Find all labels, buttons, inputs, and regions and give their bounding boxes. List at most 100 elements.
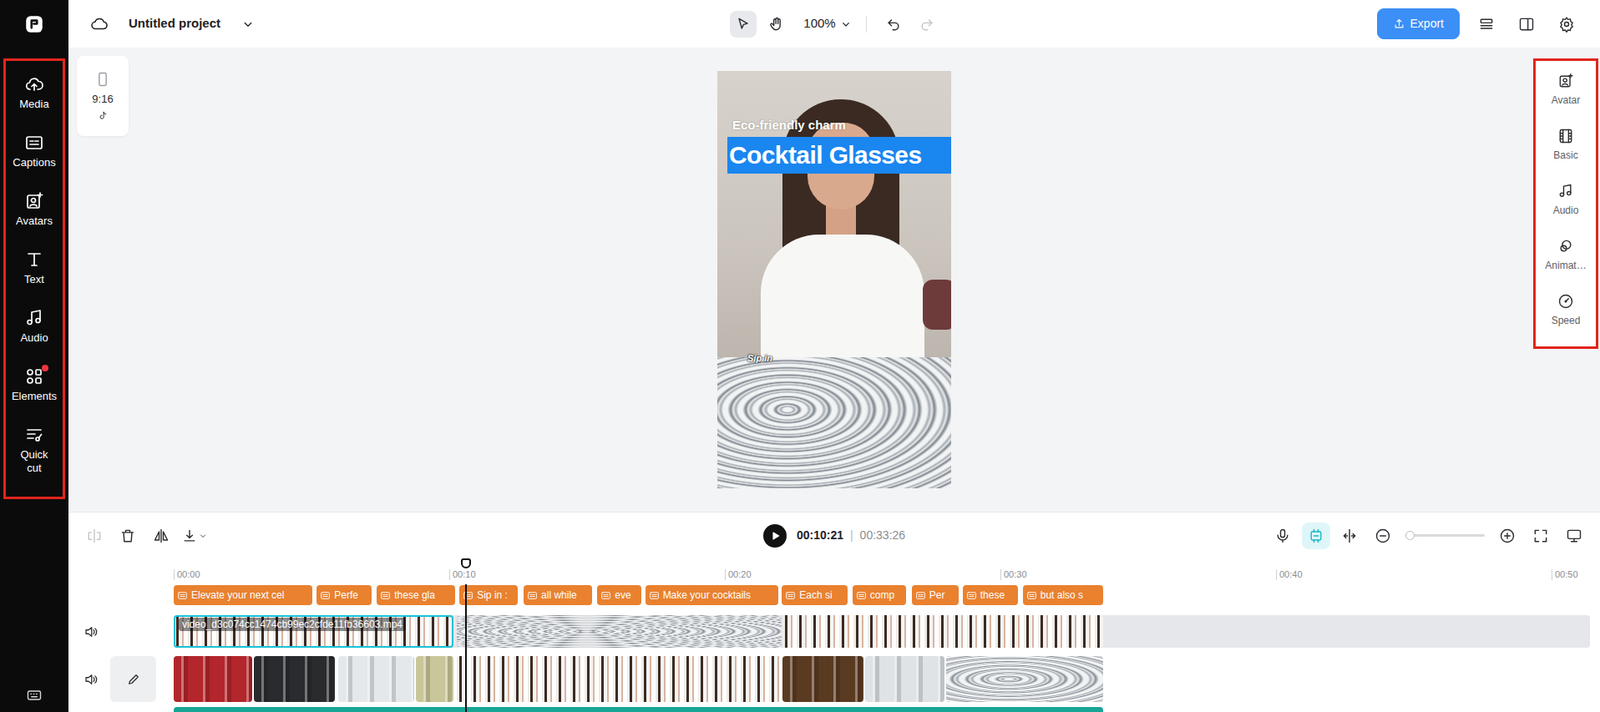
zoom-thumb[interactable] [1405,531,1415,541]
sidebar-icon-wrap [24,132,45,153]
property-tab[interactable]: Speed [1535,284,1596,340]
caption-clip[interactable]: Sip in : [459,585,518,606]
playhead-line [465,584,467,712]
zoom-slider[interactable] [1405,534,1485,537]
record-button[interactable] [1268,522,1297,550]
upload-icon [1392,17,1406,31]
preview-button[interactable] [1559,522,1589,550]
delete-button[interactable] [113,522,142,550]
edit-track-button[interactable] [110,656,157,703]
zoom-in-button[interactable] [1493,522,1522,550]
ruler[interactable]: 00:0000:1000:2000:3000:4000:50 [173,558,1600,585]
property-label: Audio [1553,202,1580,218]
flip-button[interactable] [146,522,176,550]
undo-button[interactable] [880,10,907,38]
overlay-text[interactable]: Eco-friendly charm [732,117,846,132]
caption-text[interactable]: Sip in [747,353,773,364]
sidebar-item[interactable]: Quick cut [5,418,63,477]
play-button[interactable] [763,524,787,548]
zoom-select[interactable]: 100% [803,14,852,34]
video-clip[interactable] [782,615,1104,649]
caption-clip[interactable]: Per [911,585,959,606]
track-head [68,615,174,649]
caption-clip[interactable]: comp [852,585,907,606]
track-lane[interactable] [173,656,1600,703]
pointer-tool[interactable] [729,10,757,38]
export-button[interactable]: Export [1377,8,1460,40]
mute-toggle[interactable] [83,671,99,689]
caption-clip[interactable]: these gla [376,585,456,606]
caption-clip[interactable]: these [962,585,1018,606]
caption-clip[interactable]: eve [597,585,641,606]
settings-button[interactable] [1553,10,1580,38]
sidebar-item[interactable]: Media [5,67,63,127]
ruler-tick: 00:10 [449,569,476,581]
fit-button[interactable] [1526,522,1555,550]
property-tab[interactable]: Animat… [1535,229,1596,285]
snap-button[interactable] [1301,522,1331,550]
caption-lane[interactable]: Elevate your next cel Perfe these gla Sip i… [173,585,1600,606]
zoom-out-button[interactable] [1368,522,1398,550]
video-clip[interactable] [415,656,454,703]
caption-overlay[interactable]: Sip in [747,351,773,366]
caption-clip-text: comp [870,587,895,603]
download-button[interactable] [180,522,209,550]
zoom-value[interactable]: 100% [803,14,836,34]
video-clip[interactable] [946,656,1104,703]
video-clip[interactable] [782,656,864,703]
caption-clip[interactable]: Each si [781,585,847,606]
caption-clip[interactable]: but also s [1022,585,1104,606]
playhead-handle[interactable] [460,558,471,569]
project-title[interactable]: Untitled project [128,14,221,34]
video-frame [717,70,952,358]
sidebar-item[interactable]: Captions [5,126,63,185]
video-clip[interactable] [173,656,253,703]
mute-toggle[interactable] [83,623,99,641]
property-label: Animat… [1544,258,1586,274]
video-clip[interactable]: video_d3c074cc1474cb99ec2cfde11fb36603.m… [173,615,454,649]
app-logo[interactable] [0,0,69,48]
aspect-ratio-chip[interactable]: 9:16 [76,55,129,137]
caption-clip[interactable]: all while [523,585,593,606]
text-overlay[interactable]: Cocktail Glasses [727,136,952,174]
caption-clip-text: these gla [394,587,436,603]
timeline-left-tools [80,522,764,550]
playhead[interactable] [460,558,472,712]
link-button[interactable] [1335,522,1364,550]
panel-button[interactable] [1513,10,1540,38]
layers-button[interactable] [1473,10,1500,38]
caption-clip[interactable]: Make your cocktails [645,585,779,606]
preview-frame[interactable]: Eco-friendly charm Cocktail Glasses Sip in [717,70,952,489]
video-clip[interactable] [253,656,335,703]
caption-clip-text: Elevate your next cel [191,587,284,603]
property-tab[interactable]: Basic [1535,119,1596,175]
keyboard-shortcuts[interactable] [0,687,69,712]
video-clip[interactable] [338,656,416,703]
redo-button[interactable] [913,10,941,38]
sidebar-item[interactable]: Elements [5,359,63,419]
partial-head [68,707,174,712]
sidebar-item[interactable]: Text [5,243,63,302]
sidebar-item[interactable]: Audio [5,301,63,360]
object-shape [922,279,952,330]
layers-icon [1478,15,1495,33]
audio-clip[interactable] [173,707,1104,712]
text-overlay[interactable]: Eco-friendly charm [732,116,846,136]
video-clip[interactable] [456,615,783,649]
caption-clip[interactable]: Elevate your next cel [173,585,313,606]
hand-tool[interactable] [763,10,790,38]
split-button[interactable] [80,522,109,550]
video-clip[interactable] [865,656,944,703]
overlay-text[interactable]: Cocktail Glasses [729,141,922,169]
timeline-toolbar: 00:10:21|00:33:26 [68,512,1600,559]
avatar-icon [1557,72,1575,90]
video-clip[interactable] [456,656,783,703]
caption-clip[interactable]: Perfe [316,585,372,606]
sidebar-item[interactable]: Avatars [5,184,63,244]
property-label: Speed [1551,313,1581,329]
track-lane[interactable]: video_d3c074cc1474cb99ec2cfde11fb36603.m… [173,615,1590,649]
property-tab[interactable]: Avatar [1535,64,1596,120]
zoom-in-icon [1498,527,1516,545]
property-tab[interactable]: Audio [1535,174,1596,230]
pointer-icon [734,15,752,33]
